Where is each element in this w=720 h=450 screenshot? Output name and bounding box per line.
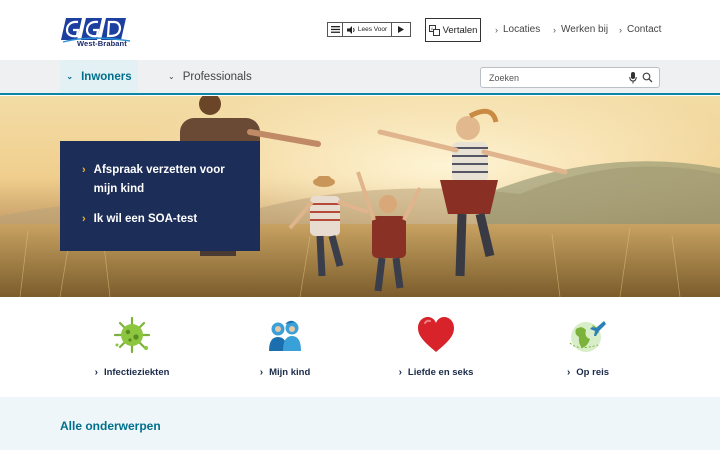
hero-link-soa-test[interactable]: › Ik wil een SOA-test	[82, 210, 244, 229]
virus-icon	[113, 316, 151, 354]
category-text: Op reis	[576, 367, 610, 378]
read-aloud-label: Lees Voor	[357, 26, 388, 33]
category-op-reis-label: › Op reis	[567, 367, 609, 378]
chevron-right-icon: ›	[94, 367, 98, 378]
read-aloud-widget: Lees Voor	[327, 22, 411, 37]
microphone-icon[interactable]	[629, 72, 637, 84]
translate-label: Vertalen	[442, 24, 478, 36]
chevron-right-icon: ›	[82, 164, 86, 176]
globe-plane-icon	[569, 321, 606, 352]
chevron-right-icon: ›	[495, 24, 498, 35]
link-contact-label: Contact	[627, 24, 662, 35]
hero-link-soa-label: Ik wil een SOA-test	[93, 213, 198, 225]
search-icon[interactable]	[642, 72, 653, 83]
heart-icon	[418, 317, 454, 352]
category-tiles: › Infectieziekten › Mijn kind › Liefde en s…	[0, 297, 720, 397]
category-text: Mijn kind	[269, 367, 311, 378]
section-title: Alle onderwerpen	[60, 419, 161, 433]
category-mijn-kind[interactable]: › Mijn kind	[235, 315, 335, 378]
category-liefde-label: › Liefde en seks	[399, 367, 474, 378]
tab-inwoners[interactable]: ⌄ Inwoners	[60, 60, 138, 93]
children-icon	[269, 320, 301, 351]
hamburger-icon	[330, 26, 340, 33]
translate-button[interactable]: A Vertalen	[425, 18, 481, 42]
chevron-right-icon: ›	[619, 24, 622, 35]
chevron-down-icon: ⌄	[168, 72, 175, 81]
link-contact[interactable]: › Contact	[619, 24, 661, 35]
category-text: Liefde en seks	[407, 367, 474, 378]
chevron-right-icon: ›	[398, 367, 402, 378]
category-infectieziekten-label: › Infectieziekten	[95, 367, 170, 378]
read-aloud-button[interactable]: Lees Voor	[343, 23, 392, 36]
chevron-right-icon: ›	[82, 213, 86, 225]
chevron-right-icon: ›	[553, 24, 556, 35]
category-liefde-en-seks[interactable]: › Liefde en seks	[386, 315, 486, 378]
chevron-right-icon: ›	[259, 367, 264, 378]
tab-professionals[interactable]: ⌄ Professionals	[168, 60, 252, 93]
tab-professionals-label: Professionals	[182, 70, 252, 83]
tab-inwoners-label: Inwoners	[81, 70, 132, 83]
category-infectieziekten[interactable]: › Infectieziekten	[82, 315, 182, 378]
speaker-icon	[346, 25, 355, 34]
translate-icon: A	[428, 24, 440, 36]
category-text: Infectieziekten	[103, 367, 170, 378]
logo-subtitle: West-Brabant	[77, 39, 127, 48]
read-aloud-menu-button[interactable]	[328, 23, 343, 36]
hero-quicklinks-panel: › Afspraak verzetten voor mijn kind › Ik…	[60, 141, 260, 251]
category-mijn-kind-label: › Mijn kind	[260, 367, 311, 378]
play-icon	[398, 26, 404, 33]
chevron-down-icon: ⌄	[66, 72, 74, 81]
search-box	[480, 67, 660, 88]
link-locaties[interactable]: › Locaties	[495, 24, 540, 35]
hero-link-afspraak-verzetten[interactable]: › Afspraak verzetten voor mijn kind	[82, 161, 244, 199]
chevron-right-icon: ›	[566, 367, 571, 378]
main-nav: ⌄ Inwoners ⌄ Professionals	[0, 60, 720, 95]
link-werken-bij[interactable]: › Werken bij	[553, 24, 608, 35]
category-op-reis[interactable]: › Op reis	[538, 315, 638, 378]
play-button[interactable]	[392, 23, 410, 36]
svg-text:A: A	[430, 26, 433, 31]
hero-link-afspraak-label: Afspraak verzetten voor mijn kind	[93, 164, 225, 195]
site-header: West-Brabant Lees Voor A Vertalen › Locat…	[0, 0, 720, 60]
link-werken-bij-label: Werken bij	[561, 24, 609, 35]
search-input[interactable]	[489, 72, 621, 83]
link-locaties-label: Locaties	[503, 24, 541, 35]
all-topics-section: Alle onderwerpen	[0, 397, 720, 450]
